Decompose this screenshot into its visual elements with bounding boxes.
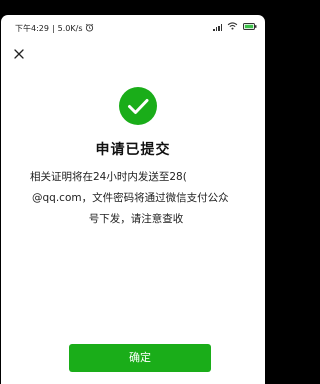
network-speed: 5.0K/s	[57, 24, 83, 33]
status-bar: 下午4:29 | 5.0K/s	[1, 15, 265, 37]
wifi-icon	[227, 22, 238, 32]
phone-screen: 下午4:29 | 5.0K/s 申请已提交 相关证明将在24小时内发送至28(…	[1, 15, 265, 384]
signal-icon	[213, 23, 222, 31]
confirm-button[interactable]: 确定	[69, 344, 211, 372]
description-line: @qq.com，文件密码将通过微信支付公众	[32, 192, 229, 204]
status-left: 下午4:29 | 5.0K/s	[15, 23, 94, 34]
check-circle-icon	[119, 87, 157, 125]
description-line: 号下发，请注意查收	[88, 213, 184, 225]
description: 相关证明将在24小时内发送至28( @qq.com，文件密码将通过微信支付公众 …	[30, 167, 256, 230]
description-line: 相关证明将在24小时内发送至28(	[30, 171, 187, 183]
status-time: 下午4:29	[15, 24, 49, 33]
alarm-icon	[85, 23, 94, 34]
battery-icon	[243, 22, 257, 32]
page-title: 申请已提交	[95, 142, 171, 158]
status-right	[213, 22, 257, 32]
close-icon[interactable]	[13, 45, 25, 59]
status-separator: |	[51, 24, 55, 33]
